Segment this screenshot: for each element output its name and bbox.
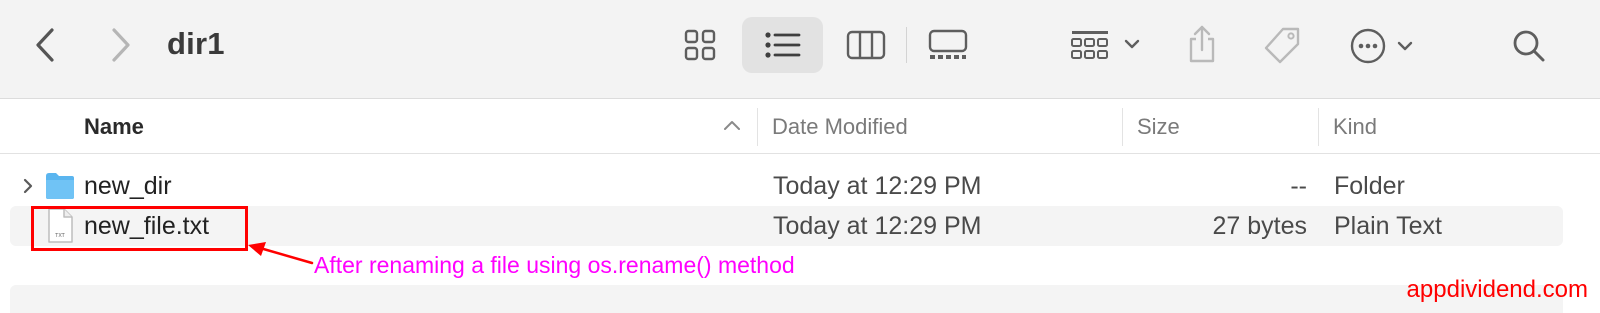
disclosure-triangle-icon[interactable]	[22, 177, 34, 195]
column-divider[interactable]	[1318, 108, 1319, 146]
gallery-view-button[interactable]	[925, 27, 971, 63]
size-column-header[interactable]: Size	[1137, 114, 1180, 140]
name-column-header[interactable]: Name	[84, 114, 144, 140]
toolbar: dir1	[0, 0, 1600, 99]
forward-button[interactable]	[104, 26, 138, 64]
file-row[interactable]: new_dir Today at 12:29 PM -- Folder	[10, 166, 1563, 206]
file-date-modified: Today at 12:29 PM	[773, 172, 982, 200]
list-view-button[interactable]	[760, 27, 806, 63]
gallery-icon	[928, 29, 968, 59]
grid-icon	[684, 29, 716, 61]
file-date-modified: Today at 12:29 PM	[773, 212, 982, 240]
annotation-arrow-icon	[248, 242, 314, 265]
annotation-note: After renaming a file using os.rename() …	[314, 252, 795, 278]
file-name: new_dir	[84, 172, 172, 200]
column-divider[interactable]	[1122, 108, 1123, 146]
chevron-left-icon	[36, 28, 54, 62]
file-size: --	[1290, 172, 1307, 200]
sort-ascending-icon[interactable]	[722, 118, 742, 132]
list-icon	[765, 32, 801, 58]
watermark: appdividend.com	[1406, 276, 1588, 303]
columns-icon	[846, 30, 886, 60]
empty-row	[10, 285, 1563, 313]
search-icon	[1513, 30, 1545, 62]
toolbar-separator	[906, 27, 907, 63]
folder-icon	[46, 173, 74, 199]
window-title: dir1	[167, 26, 225, 61]
back-button[interactable]	[28, 26, 62, 64]
date-column-header[interactable]: Date Modified	[772, 114, 908, 140]
group-by-button[interactable]	[1068, 27, 1148, 63]
column-view-button[interactable]	[843, 27, 889, 63]
search-button[interactable]	[1511, 28, 1547, 64]
ellipsis-circle-icon	[1350, 28, 1413, 64]
highlight-box	[31, 206, 248, 251]
group-by-icon	[1071, 31, 1140, 59]
file-kind: Folder	[1334, 172, 1405, 200]
file-kind: Plain Text	[1334, 212, 1442, 240]
column-divider[interactable]	[757, 108, 758, 146]
more-actions-button[interactable]	[1349, 26, 1421, 66]
column-header: Name Date Modified Size Kind	[0, 100, 1600, 154]
share-icon	[1189, 25, 1215, 63]
icon-view-button[interactable]	[681, 27, 719, 63]
share-button[interactable]	[1184, 22, 1220, 66]
tag-button[interactable]	[1261, 25, 1303, 67]
chevron-right-icon	[112, 28, 130, 62]
file-size: 27 bytes	[1212, 212, 1307, 240]
tag-icon	[1264, 27, 1300, 64]
kind-column-header[interactable]: Kind	[1333, 114, 1377, 140]
